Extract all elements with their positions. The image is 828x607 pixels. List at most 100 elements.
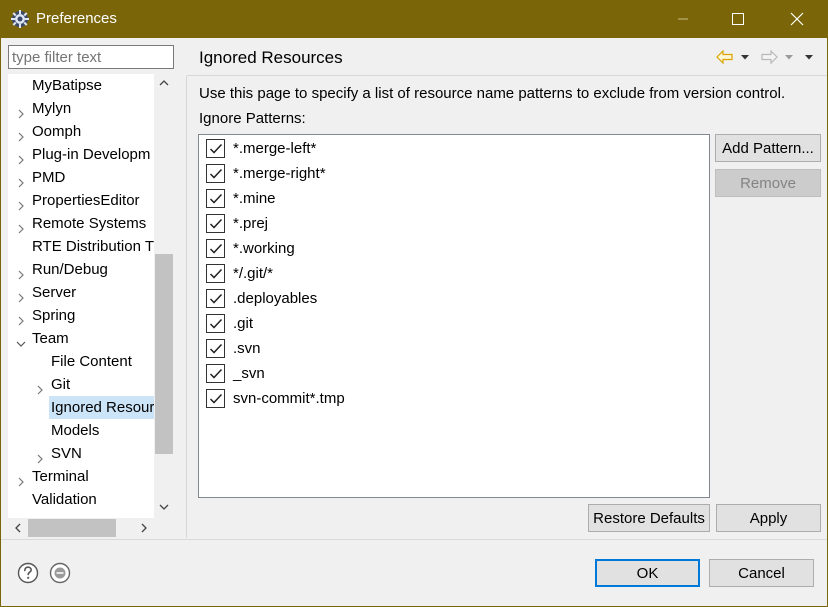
pattern-row[interactable]: .deployables [206, 286, 317, 311]
forward-menu-chevron-down-icon [784, 47, 794, 67]
pattern-text: .svn [233, 340, 261, 357]
pattern-checkbox[interactable] [206, 339, 225, 358]
ignore-patterns-list[interactable]: *.merge-left* *.merge-right* *.mine *.prej *… [198, 134, 710, 498]
pattern-checkbox[interactable] [206, 164, 225, 183]
tree-item-label: RTE Distribution T [32, 238, 154, 255]
chevron-right-icon[interactable] [16, 264, 26, 280]
tree-item-label: Terminal [32, 468, 89, 485]
cancel-button[interactable]: Cancel [709, 559, 814, 587]
ok-button[interactable]: OK [595, 559, 700, 587]
ignore-patterns-label: Ignore Patterns: [199, 110, 306, 127]
tree-item-label: Run/Debug [32, 261, 108, 278]
tree-item-label: SVN [51, 445, 82, 462]
tree-item-label: Server [32, 284, 77, 301]
panel-sash[interactable] [180, 38, 185, 539]
scroll-thumb[interactable] [155, 254, 173, 454]
title-bar: Preferences [0, 0, 828, 38]
tree-vertical-scrollbar[interactable] [154, 74, 174, 518]
tree-item-label: Mylyn [32, 100, 72, 117]
tree-item-label: Git [51, 376, 71, 393]
page-title: Ignored Resources [199, 48, 343, 67]
pattern-text: *.working [233, 240, 295, 257]
remove-button: Remove [715, 169, 821, 197]
pattern-text: *.mine [233, 190, 276, 207]
scrollbar-corner [154, 518, 174, 538]
apply-button[interactable]: Apply [716, 504, 821, 532]
pattern-row[interactable]: .svn [206, 336, 261, 361]
gear-icon [10, 9, 30, 29]
pattern-text: .git [233, 315, 254, 332]
tree-item-label: PMD [32, 169, 66, 186]
pattern-checkbox[interactable] [206, 139, 225, 158]
close-button[interactable] [768, 0, 826, 38]
tree-item-label: Spring [32, 307, 76, 324]
restore-defaults-button[interactable]: Restore Defaults [588, 504, 710, 532]
tree-item-label: Team [32, 330, 69, 347]
preference-tree[interactable]: MyBatipse Mylyn Oomph Plug-in Developm PMD Pr… [8, 74, 174, 538]
chevron-right-icon[interactable] [16, 218, 26, 234]
page-navigation [716, 47, 820, 67]
pattern-checkbox[interactable] [206, 189, 225, 208]
title-separator [187, 75, 828, 76]
pattern-checkbox[interactable] [206, 214, 225, 233]
window-title: Preferences [36, 10, 117, 27]
pattern-checkbox[interactable] [206, 239, 225, 258]
pattern-row[interactable]: svn-commit*.tmp [206, 386, 345, 411]
chevron-right-icon[interactable] [16, 195, 26, 211]
pattern-text: */.git/* [233, 265, 274, 282]
maximize-button[interactable] [709, 0, 767, 38]
page-description: Use this page to specify a list of resou… [199, 85, 786, 102]
chevron-right-icon[interactable] [16, 126, 26, 142]
tree-horizontal-scrollbar[interactable] [8, 518, 174, 538]
tree-item-label: Plug-in Developm [32, 146, 151, 163]
chevron-right-icon[interactable] [16, 310, 26, 326]
pattern-row[interactable]: *.merge-right* [206, 161, 326, 186]
chevron-right-icon[interactable] [35, 448, 45, 464]
chevron-right-icon[interactable] [16, 287, 26, 303]
horizontal-scroll-thumb[interactable] [28, 519, 116, 537]
scroll-down-icon[interactable] [154, 498, 174, 516]
pattern-row[interactable]: *.prej [206, 211, 268, 236]
tree-item-label: PropertiesEditor [32, 192, 140, 209]
chevron-right-icon[interactable] [16, 172, 26, 188]
pattern-checkbox[interactable] [206, 314, 225, 333]
pattern-row[interactable]: .git [206, 311, 253, 336]
pattern-text: .deployables [233, 290, 318, 307]
pattern-text: svn-commit*.tmp [233, 390, 345, 407]
tree-item-label: Oomph [32, 123, 82, 140]
pattern-text: *.prej [233, 215, 269, 232]
back-arrow-icon[interactable] [716, 47, 734, 67]
chevron-right-icon[interactable] [16, 149, 26, 165]
pattern-text: *.merge-right* [233, 165, 326, 182]
help-icon[interactable] [17, 562, 39, 584]
chevron-right-icon[interactable] [35, 379, 45, 395]
tree-item-label: Models [51, 422, 100, 439]
pattern-checkbox[interactable] [206, 289, 225, 308]
forward-arrow-icon [760, 47, 778, 67]
pattern-row[interactable]: *.working [206, 236, 295, 261]
filter-input[interactable] [8, 45, 174, 69]
pattern-row[interactable]: */.git/* [206, 261, 273, 286]
pattern-checkbox[interactable] [206, 389, 225, 408]
panel-divider [186, 76, 187, 538]
import-export-icon[interactable] [49, 562, 71, 584]
scroll-right-icon[interactable] [134, 518, 154, 538]
pattern-checkbox[interactable] [206, 264, 225, 283]
scroll-up-icon[interactable] [154, 74, 174, 92]
footer-separator [1, 539, 827, 540]
pattern-text: *.merge-left* [233, 140, 317, 157]
pattern-row[interactable]: *.mine [206, 186, 276, 211]
view-menu-chevron-down-icon[interactable] [804, 47, 814, 67]
tree-item-label: Remote Systems [32, 215, 147, 232]
pattern-row[interactable]: _svn [206, 361, 265, 386]
chevron-right-icon[interactable] [16, 103, 26, 119]
tree-item-label: Ignored Resour [49, 396, 157, 419]
scroll-left-icon[interactable] [8, 518, 28, 538]
pattern-checkbox[interactable] [206, 364, 225, 383]
chevron-right-icon[interactable] [16, 471, 26, 487]
chevron-down-icon[interactable] [16, 333, 26, 347]
add-pattern-button[interactable]: Add Pattern... [715, 134, 821, 162]
minimize-button[interactable] [654, 0, 712, 38]
back-menu-chevron-down-icon[interactable] [740, 47, 750, 67]
pattern-row[interactable]: *.merge-left* [206, 136, 316, 161]
